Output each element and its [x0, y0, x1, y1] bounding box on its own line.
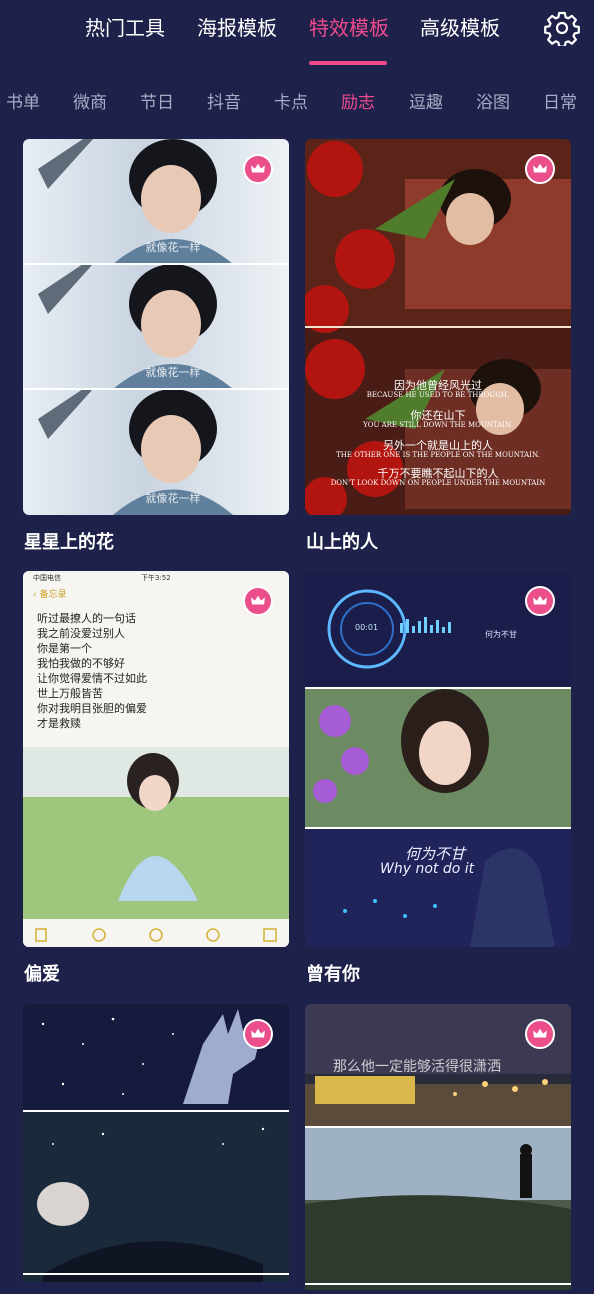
category-lizhi[interactable]: 励志 [341, 90, 375, 116]
template-title[interactable]: 曾有你 [306, 962, 360, 988]
tab-effect-templates[interactable]: 特效模板 [309, 12, 389, 44]
category-jieri[interactable]: 节日 [140, 90, 174, 116]
category-kadian[interactable]: 卡点 [274, 90, 308, 116]
status-time: 下午3:52 [141, 574, 171, 582]
category-douqu[interactable]: 逗趣 [409, 90, 443, 116]
tab-hot-tools[interactable]: 热门工具 [85, 12, 165, 44]
template-title[interactable]: 星星上的花 [24, 530, 114, 556]
crown-icon [525, 154, 555, 184]
template-card[interactable]: 就像花一样 就像花一样 就像花一样 [23, 139, 289, 515]
tab-poster-templates[interactable]: 海报模板 [197, 12, 277, 44]
overlay-caption-en: THE OTHER ONE IS THE PEOPLE ON THE MOUNT… [336, 451, 540, 459]
category-weishang[interactable]: 微商 [73, 90, 107, 116]
overlay-caption: 那么他一定能够活得很潇洒 [333, 1059, 501, 1075]
template-thumbnail [305, 571, 571, 947]
category-douyin[interactable]: 抖音 [207, 90, 241, 116]
template-title[interactable]: 山上的人 [306, 530, 378, 556]
overlay-caption: 就像花一样 [145, 366, 201, 379]
template-card[interactable] [23, 1004, 289, 1294]
small-caption: 何为不甘 [485, 630, 517, 639]
note-text: 听过最撩人的一句话 我之前没爱过别人 你是第一个 我怕我做的不够好 让你觉得爱情… [37, 612, 147, 730]
crown-icon [525, 1019, 555, 1049]
category-richang[interactable]: 日常 [543, 90, 577, 116]
overlay-caption-en: YOU ARE STILL DOWN THE MOUNTAIN. [363, 421, 513, 429]
category-yutu[interactable]: 浴图 [476, 90, 510, 116]
template-title[interactable]: 偏爱 [24, 962, 60, 988]
overlay-caption: 就像花一样 [145, 492, 201, 505]
tab-advanced-templates[interactable]: 高级模板 [420, 12, 500, 44]
notes-back-link: ‹ 备忘录 [33, 590, 67, 600]
top-tab-bar: 热门工具 海报模板 特效模板 高级模板 [0, 0, 594, 66]
gear-icon[interactable] [544, 10, 580, 46]
template-thumbnail [23, 139, 289, 515]
player-time: 00:01 [355, 623, 379, 632]
template-thumbnail [305, 1004, 571, 1290]
crown-icon [243, 586, 273, 616]
active-tab-indicator [309, 61, 387, 65]
category-shudan[interactable]: 书单 [6, 90, 40, 116]
overlay-caption: 就像花一样 [145, 241, 201, 254]
caption-en: Why not do it [380, 861, 475, 877]
template-thumbnail [23, 1004, 289, 1282]
crown-icon [243, 154, 273, 184]
status-carrier: 中国电信 [33, 574, 61, 582]
template-card[interactable]: 那么他一定能够活得很潇洒 [305, 1004, 571, 1294]
overlay-caption-en: DON'T LOOK DOWN ON PEOPLE UNDER THE MOUN… [330, 479, 546, 487]
overlay-caption-en: BECAUSE HE USED TO BE THROUGH. [366, 391, 510, 399]
template-card[interactable]: 中国电信 下午3:52 ‹ 备忘录 听过最撩人的一句话 我之前没爱过别人 你是第… [23, 571, 289, 947]
template-card[interactable]: 00:01 何为不甘 何为不甘 Why not do it [305, 571, 571, 947]
crown-icon [243, 1019, 273, 1049]
template-card[interactable]: 因为他曾经风光过 BECAUSE HE USED TO BE THROUGH. … [305, 139, 571, 515]
category-bar: 书单 微商 节日 抖音 卡点 励志 逗趣 浴图 日常 [0, 82, 594, 124]
crown-icon [525, 586, 555, 616]
